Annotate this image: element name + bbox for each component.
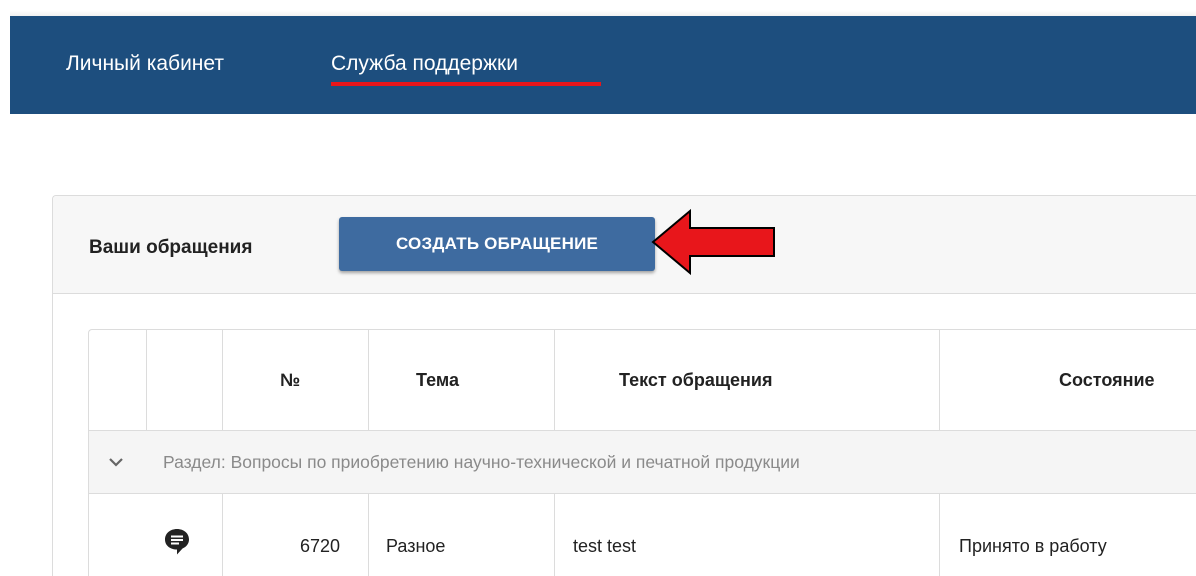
column-divider — [939, 494, 940, 576]
requests-panel-header: Ваши обращения СОЗДАТЬ ОБРАЩЕНИЕ — [53, 196, 1196, 294]
column-divider — [368, 330, 369, 430]
red-arrow-left-icon — [651, 208, 775, 276]
column-divider — [554, 494, 555, 576]
request-number: 6720 — [300, 536, 341, 556]
active-nav-underline — [331, 82, 601, 86]
create-request-button[interactable]: СОЗДАТЬ ОБРАЩЕНИЕ — [339, 217, 655, 271]
support-page: Личный кабинет Служба поддержки Ваши обр… — [0, 0, 1196, 576]
column-header-number[interactable]: № — [280, 370, 300, 391]
group-label: Раздел: Вопросы по приобретению научно-т… — [163, 452, 800, 472]
column-header-request-text[interactable]: Текст обращения — [619, 370, 772, 391]
column-divider — [368, 494, 369, 576]
requests-table: № Тема Текст обращения Состояние Раздел:… — [88, 329, 1196, 576]
request-text: test test — [573, 536, 637, 556]
column-header-status[interactable]: Состояние — [1059, 370, 1155, 391]
column-divider — [222, 330, 223, 430]
nav-support-service[interactable]: Служба поддержки — [331, 52, 518, 76]
nav-personal-cabinet[interactable]: Личный кабинет — [66, 52, 224, 76]
table-row[interactable]: 6720 Разное test test Принято в работу — [89, 494, 1196, 576]
table-group-row[interactable]: Раздел: Вопросы по приобретению научно-т… — [89, 431, 1196, 494]
chevron-down-icon[interactable] — [107, 453, 125, 471]
requests-panel-title: Ваши обращения — [89, 237, 253, 258]
column-header-topic[interactable]: Тема — [416, 370, 459, 391]
column-divider — [939, 330, 940, 430]
request-topic: Разное — [386, 536, 446, 556]
column-divider — [146, 330, 147, 430]
request-status: Принято в работу — [959, 536, 1107, 556]
column-divider — [222, 494, 223, 576]
column-divider — [554, 330, 555, 430]
chat-bubble-icon[interactable] — [164, 528, 190, 556]
table-header-row: № Тема Текст обращения Состояние — [89, 330, 1196, 431]
